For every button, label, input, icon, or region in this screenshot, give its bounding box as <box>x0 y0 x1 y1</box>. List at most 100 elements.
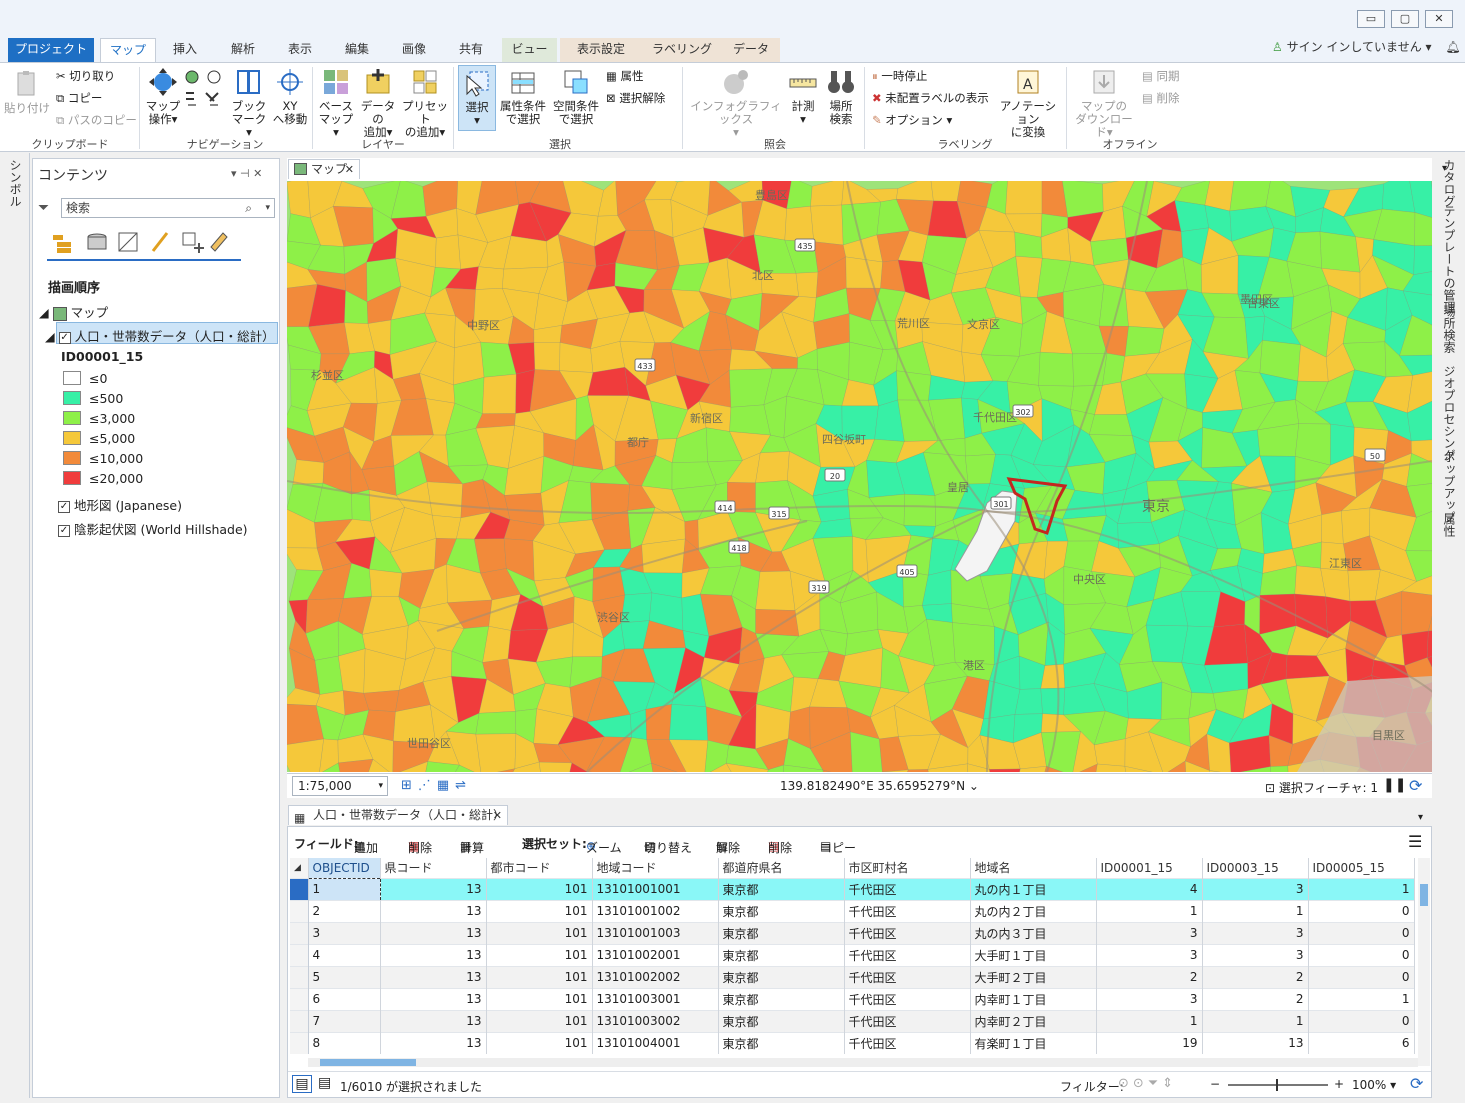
table-row[interactable]: 3 13 101 13101001003 東京都 千代田区 丸の内３丁目 3 3 0 <box>290 921 1415 944</box>
map-polygon[interactable] <box>845 256 883 289</box>
column-header[interactable]: ID00005_15 <box>1308 858 1415 878</box>
map-polygon[interactable] <box>896 370 932 401</box>
tab-labeling[interactable]: ラベリング <box>642 38 722 62</box>
close-tab-icon[interactable]: ✕ <box>345 160 354 179</box>
map-polygon[interactable] <box>1413 245 1432 275</box>
table-cell[interactable]: 1 <box>1096 1009 1203 1032</box>
table-cell[interactable]: 4 <box>1096 877 1203 900</box>
map-polygons[interactable] <box>287 181 1432 772</box>
map-polygon[interactable] <box>1319 231 1361 273</box>
contents-view-icons[interactable] <box>49 229 229 255</box>
tab-edit[interactable]: 編集 <box>334 38 380 62</box>
map-polygon[interactable] <box>755 451 790 484</box>
tab-view[interactable]: 表示 <box>277 38 323 62</box>
basemap-hillshade-node[interactable]: ✓ 陰影起伏図 (World Hillshade) <box>58 519 248 538</box>
map-polygon[interactable] <box>287 738 324 772</box>
row-header[interactable] <box>290 921 309 944</box>
map-polygon[interactable] <box>533 342 561 371</box>
table-cell[interactable]: 8 <box>308 1031 381 1054</box>
unplaced-labels-button[interactable]: ✖ 未配置ラベルの表示 <box>872 89 989 107</box>
table-cell[interactable]: 丸の内１丁目 <box>970 877 1097 900</box>
column-header[interactable]: ID00001_15 <box>1096 858 1203 878</box>
table-cell[interactable]: 101 <box>486 1031 593 1054</box>
basemap-topo-node[interactable]: ✓ 地形図 (Japanese) <box>58 495 182 514</box>
legend-swatch[interactable] <box>63 371 81 385</box>
table-cell[interactable]: 千代田区 <box>844 1009 971 1032</box>
map-polygon[interactable] <box>641 538 686 574</box>
table-cell[interactable]: 内幸町１丁目 <box>970 987 1097 1010</box>
table-cell[interactable]: 13101001003 <box>592 921 719 944</box>
map-polygon[interactable] <box>482 373 517 414</box>
table-cell[interactable]: 13101002001 <box>592 943 719 966</box>
map-polygon[interactable] <box>503 235 549 270</box>
table-row[interactable]: 4 13 101 13101002001 東京都 千代田区 大手町１丁目 3 3 0 <box>290 943 1415 966</box>
row-header[interactable] <box>290 877 309 900</box>
column-header[interactable]: 都道府県名 <box>718 858 845 878</box>
table-cell[interactable]: 13 <box>380 921 487 944</box>
map-polygon[interactable] <box>755 609 800 637</box>
table-cell[interactable]: 2 <box>1202 987 1309 1010</box>
column-header[interactable]: OBJECTID <box>308 858 381 878</box>
table-cell[interactable]: 0 <box>1308 899 1415 922</box>
layer-node[interactable]: ◢ ✓ 人口・世帯数データ（人口・総計） <box>45 326 275 345</box>
sync-button[interactable]: ▤ 同期 <box>1142 67 1180 85</box>
map-polygon[interactable] <box>629 709 647 740</box>
selected-features[interactable]: ⊡ 選択フィーチャ: 1 <box>1265 779 1378 796</box>
map-polygon[interactable] <box>432 515 462 540</box>
map-polygon[interactable] <box>795 271 819 298</box>
table-cell[interactable]: 千代田区 <box>844 877 971 900</box>
map-nav-tools-icon[interactable]: ⊞⋰▦⇌ <box>401 778 472 793</box>
select-button[interactable]: 選択 ▾ <box>458 65 496 131</box>
hillshade-checkbox[interactable]: ✓ <box>58 524 70 537</box>
table-cell[interactable]: 13 <box>1202 1031 1309 1054</box>
table-row[interactable]: 6 13 101 13101003001 東京都 千代田区 内幸町１丁目 3 2 1 <box>290 987 1415 1010</box>
map-polygon[interactable] <box>1089 414 1133 436</box>
row-header[interactable] <box>290 987 309 1010</box>
table-cell[interactable]: 101 <box>486 921 593 944</box>
table-cell[interactable]: 1 <box>1308 877 1415 900</box>
pane-options-icon[interactable]: ▾ ⊣ ✕ <box>231 167 262 180</box>
basemap-button[interactable]: ベース マップ▾ <box>318 67 354 139</box>
map-polygon[interactable] <box>475 266 505 290</box>
table-cell[interactable]: 東京都 <box>718 987 845 1010</box>
table-cell[interactable]: 13101001002 <box>592 899 719 922</box>
pause-drawing-icon[interactable]: ❚❚ <box>1383 777 1406 793</box>
attributes-button[interactable]: ▦ 属性 <box>606 67 644 85</box>
map-polygon[interactable] <box>1414 212 1432 247</box>
table-cell[interactable]: 千代田区 <box>844 1031 971 1054</box>
filter-icon[interactable]: ⏷ <box>38 200 49 216</box>
topo-checkbox[interactable]: ✓ <box>58 500 70 513</box>
clear-selection-button[interactable]: ⊠ 選択解除 <box>606 89 665 107</box>
table-cell[interactable]: 2 <box>1202 965 1309 988</box>
table-cell[interactable]: 19 <box>1096 1031 1203 1054</box>
infographics-button[interactable]: インフォグラフィックス ▾ <box>688 67 784 139</box>
table-cell[interactable]: 6 <box>1308 1031 1415 1054</box>
horizontal-scrollbar[interactable] <box>308 1058 1418 1067</box>
map-polygon[interactable] <box>1347 569 1381 602</box>
zoom-out-icon[interactable]: − <box>1210 1077 1220 1091</box>
map-polygon[interactable] <box>903 493 936 527</box>
maximize-button[interactable]: ▢ <box>1391 10 1419 28</box>
symbology-tab[interactable]: シンボル <box>7 159 24 207</box>
map-polygon[interactable] <box>1124 326 1165 357</box>
table-cell[interactable]: 101 <box>486 965 593 988</box>
map-polygon[interactable] <box>1269 765 1290 772</box>
vertical-scroll-thumb[interactable] <box>1420 884 1428 906</box>
table-cell[interactable]: 13 <box>380 1031 487 1054</box>
map-polygon[interactable] <box>810 181 845 207</box>
catalog-tab[interactable]: カタログ <box>1441 159 1458 207</box>
tab-imagery[interactable]: 画像 <box>391 38 437 62</box>
table-row[interactable]: 7 13 101 13101003002 東京都 千代田区 内幸町２丁目 1 1 0 <box>290 1009 1415 1032</box>
table-cell[interactable]: 13 <box>380 987 487 1010</box>
paste-button[interactable]: 貼り付け <box>4 69 50 115</box>
legend-swatch[interactable] <box>63 411 81 425</box>
table-cell[interactable]: 13101003001 <box>592 987 719 1010</box>
scale-select[interactable]: 1:75,000 ▾ <box>292 776 388 796</box>
column-header[interactable]: 県コード <box>380 858 487 878</box>
table-cell[interactable]: 0 <box>1308 1009 1415 1032</box>
download-map-button[interactable]: マップの ダウンロード▾ <box>1072 67 1136 139</box>
table-cell[interactable]: 丸の内２丁目 <box>970 899 1097 922</box>
table-cell[interactable]: 0 <box>1308 921 1415 944</box>
legend-swatch[interactable] <box>63 431 81 445</box>
chevron-down-icon[interactable]: ⌄ <box>969 779 979 793</box>
